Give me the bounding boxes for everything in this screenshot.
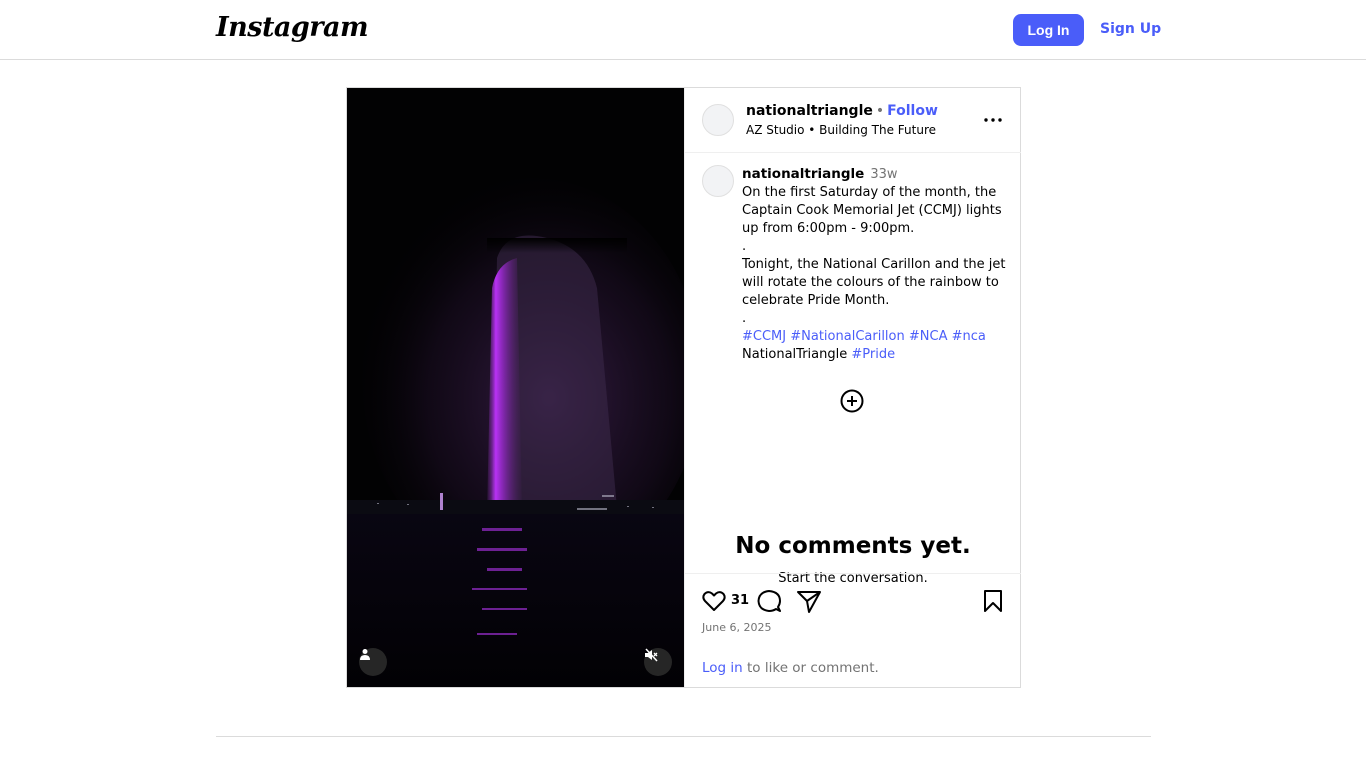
caption-author-avatar[interactable] (702, 165, 734, 197)
share-icon[interactable] (796, 588, 822, 614)
caption-body: nationaltriangle 33w On the first Saturda… (742, 165, 1007, 364)
no-comments-title: No comments yet. (735, 533, 971, 559)
fountain-video-frame (347, 88, 684, 687)
login-link[interactable]: Log in (702, 660, 743, 676)
user-tag-button[interactable] (359, 648, 387, 676)
hashtag-nca-lower[interactable]: #nca (952, 329, 986, 344)
hashtag-nca-upper[interactable]: #NCA (909, 329, 948, 344)
login-prompt: Log in to like or comment. (702, 660, 879, 676)
caption-dot-1: . (742, 239, 747, 254)
post-card: nationaltriangle • Follow AZ Studio • Buil… (346, 87, 1021, 688)
hashtag-nationalcarillon[interactable]: #NationalCarillon (790, 329, 904, 344)
mute-toggle-button[interactable] (644, 648, 672, 676)
heart-icon[interactable] (701, 588, 727, 614)
author-username[interactable]: nationaltriangle (746, 103, 873, 119)
signup-link[interactable]: Sign Up (1100, 21, 1161, 37)
hashtag-pride[interactable]: #Pride (851, 347, 895, 362)
caption-timestamp[interactable]: 33w (870, 167, 897, 182)
top-nav: Instagram Log In Sign Up (0, 0, 1366, 60)
load-more-plus-icon[interactable] (840, 389, 864, 413)
caption-text-1: On the first Saturday of the month, the … (742, 185, 1002, 236)
post-sidebar: nationaltriangle • Follow AZ Studio • Buil… (684, 88, 1021, 687)
post-date[interactable]: June 6, 2025 (702, 621, 771, 634)
comment-icon[interactable] (756, 588, 782, 614)
caption-dot-2: . (742, 311, 747, 326)
more-options-icon (984, 118, 1002, 122)
author-subtitle[interactable]: AZ Studio • Building The Future (746, 123, 936, 137)
author-avatar[interactable] (702, 104, 734, 136)
author-line: nationaltriangle • Follow (746, 103, 938, 119)
muted-speaker-icon (645, 648, 658, 662)
post-video[interactable] (347, 88, 684, 687)
follow-button[interactable]: Follow (887, 103, 938, 119)
more-options-button[interactable] (981, 110, 1005, 130)
hashtag-ccmj[interactable]: #CCMJ (742, 329, 786, 344)
caption-plain-word: NationalTriangle (742, 347, 848, 362)
post-actions: 31 June 6, 2025 Log in to like or commen… (685, 573, 1021, 687)
user-tag-icon (360, 649, 370, 660)
caption-hashtags: #CCMJ #NationalCarillon #NCA #nca Nation… (742, 328, 1007, 364)
caption-section: nationaltriangle 33w On the first Saturda… (685, 153, 1021, 586)
caption-text-2: Tonight, the National Carillon and the j… (742, 257, 1006, 308)
instagram-logo[interactable]: Instagram (216, 12, 369, 43)
caption-username[interactable]: nationaltriangle (742, 166, 864, 182)
login-prompt-text: to like or comment. (742, 660, 879, 676)
bookmark-icon[interactable] (980, 588, 1006, 614)
like-count[interactable]: 31 (731, 593, 749, 608)
post-header: nationaltriangle • Follow AZ Studio • Buil… (685, 88, 1021, 153)
login-button[interactable]: Log In (1013, 14, 1084, 46)
separator-dot: • (875, 103, 885, 119)
footer-divider (216, 736, 1151, 737)
